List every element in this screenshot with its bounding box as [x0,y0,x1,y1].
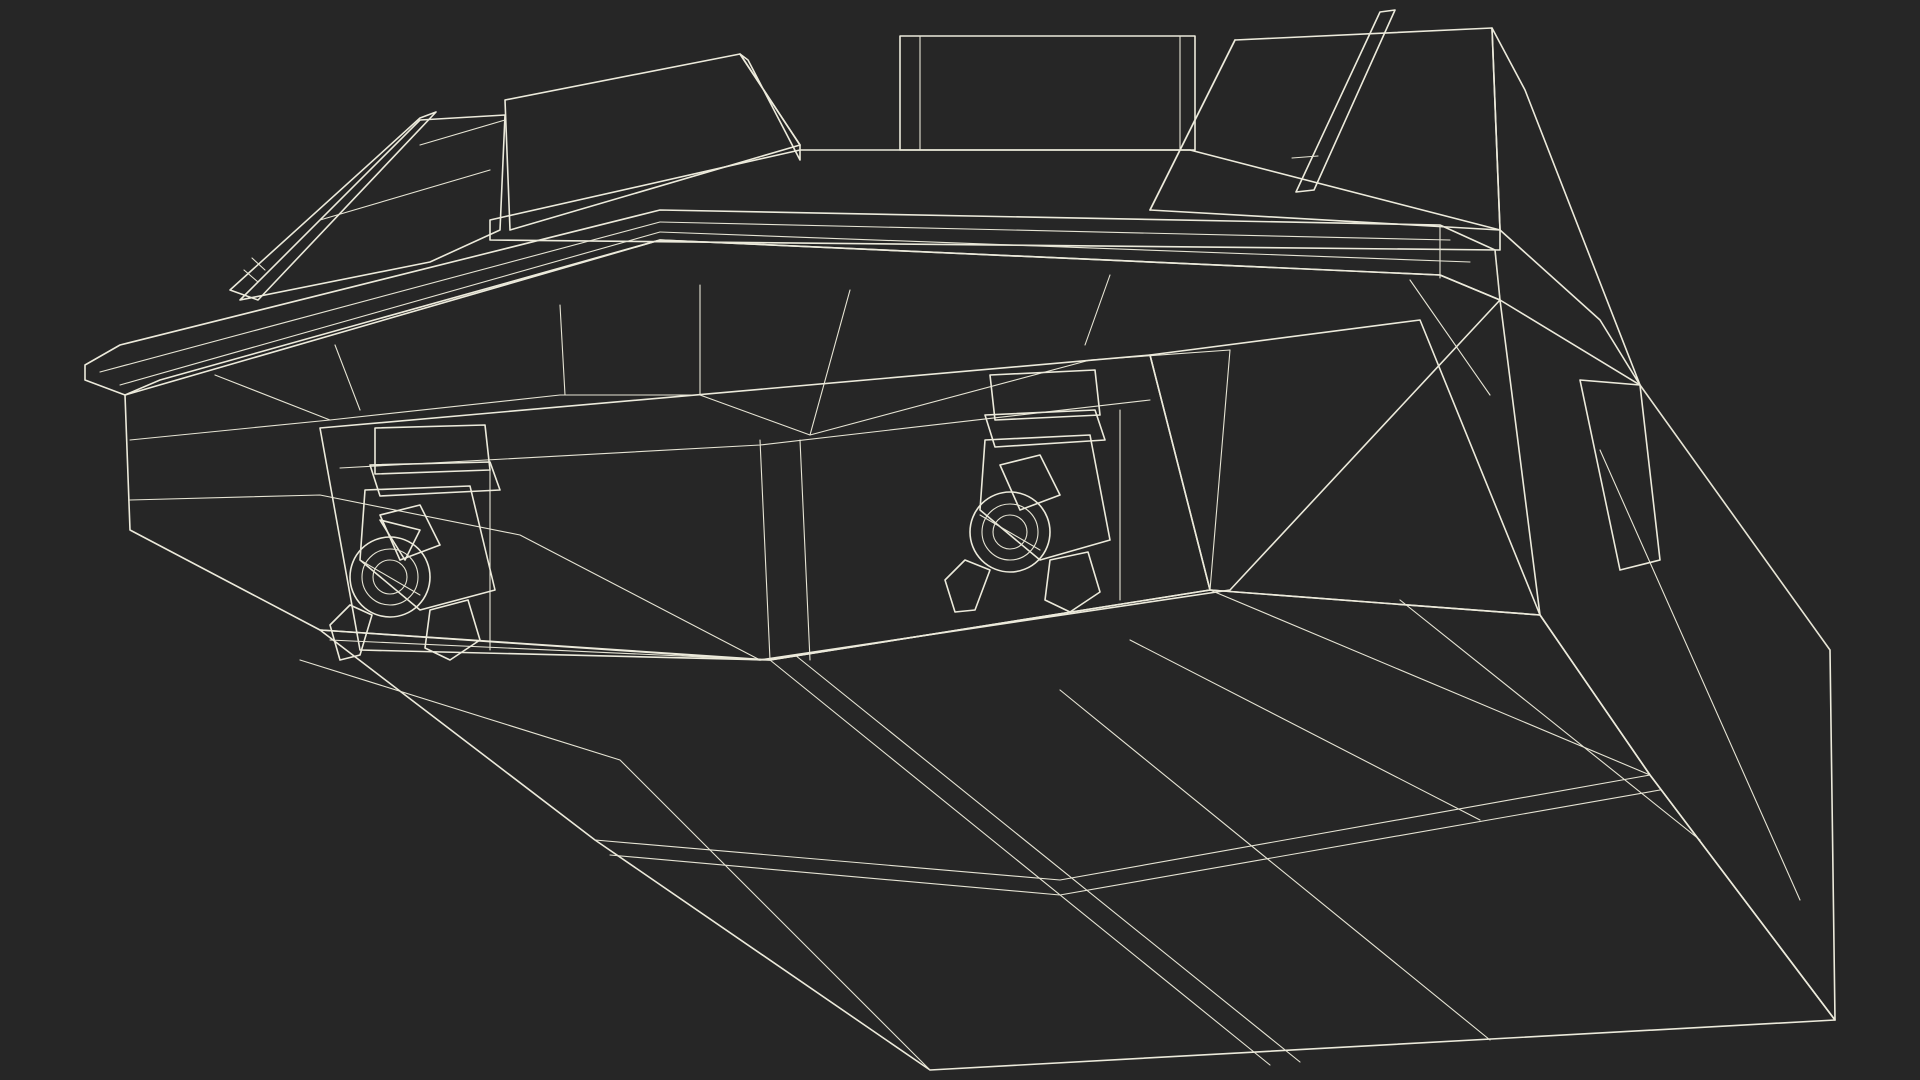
gunwale-rail [84,209,1501,396]
hull-bottom [299,589,1836,1071]
hull-right-side [1499,299,1836,1021]
transom [124,239,1541,661]
right-propeller [944,369,1111,613]
propeller-recess [319,354,1211,661]
render-viewport [0,0,1920,1080]
deck-structures [229,9,1641,386]
hull-model [84,9,1836,1071]
